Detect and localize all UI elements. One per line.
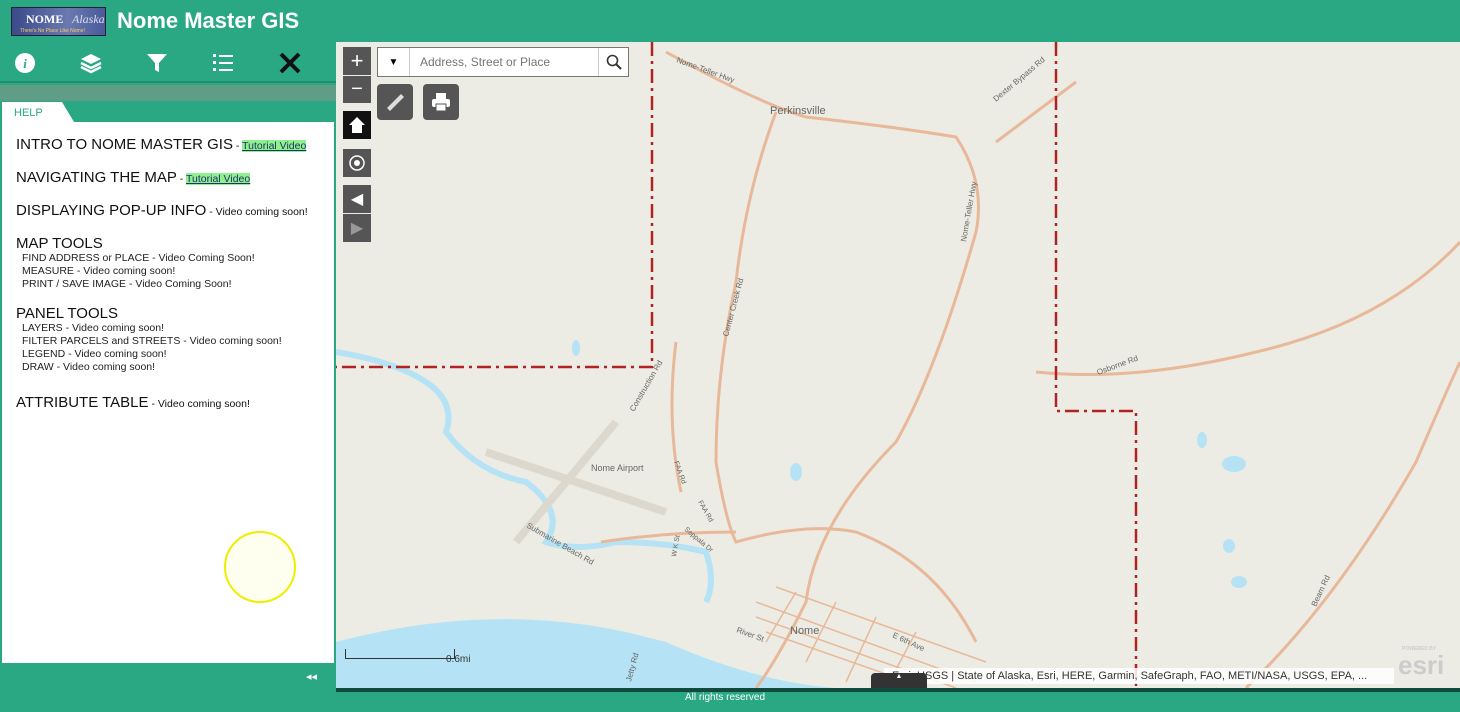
search-icon <box>606 54 622 70</box>
tutorial-video-link[interactable]: Tutorial Video <box>186 173 251 185</box>
draw-icon[interactable] <box>277 50 303 76</box>
airport-runways <box>484 419 668 545</box>
tab-help[interactable]: HELP <box>2 102 74 122</box>
home-button[interactable] <box>343 111 371 139</box>
section-heading: INTRO TO NOME MASTER GIS <box>16 136 233 153</box>
separator: - <box>176 173 187 185</box>
app-header: NOME Alaska There's No Place Like Nome! No… <box>0 0 1460 42</box>
label-nome: Nome <box>790 625 819 637</box>
printer-icon <box>432 93 450 112</box>
footer: All rights reserved <box>336 692 1460 712</box>
filter-icon[interactable] <box>144 50 170 76</box>
panel-toolbar: i <box>0 42 336 83</box>
label-road: Nome-Teller Hwy <box>675 55 735 84</box>
basemap: Perkinsville Nome Airport Nome Nome-Tell… <box>336 42 1460 688</box>
section-heading: ATTRIBUTE TABLE <box>16 394 149 411</box>
help-item: FIND ADDRESS or PLACE - Video Coming Soo… <box>22 252 255 264</box>
locate-icon <box>349 155 365 171</box>
section-note: - Video coming soon! <box>206 206 308 218</box>
collapse-panel-button[interactable]: ◂◂ <box>306 670 317 683</box>
nome-alaska-logo: NOME Alaska There's No Place Like Nome! <box>11 7 106 36</box>
help-section-intro: INTRO TO NOME MASTER GIS - Tutorial Vide… <box>16 136 316 155</box>
logo-tagline: There's No Place Like Nome! <box>20 28 85 34</box>
info-icon[interactable]: i <box>12 50 38 76</box>
attribution: Esri, USGS | State of Alaska, Esri, HERE… <box>884 668 1394 684</box>
esri-wordmark: esri <box>1398 650 1445 680</box>
help-item: LAYERS - Video coming soon! <box>22 322 165 334</box>
measure-button[interactable] <box>377 84 413 120</box>
separator: - <box>232 140 243 152</box>
help-item: LEGEND - Video coming soon! <box>22 348 167 360</box>
section-heading: NAVIGATING THE MAP <box>16 169 177 186</box>
help-section-navigating: NAVIGATING THE MAP - Tutorial Video <box>16 169 316 188</box>
help-content: INTRO TO NOME MASTER GIS - Tutorial Vide… <box>16 136 316 413</box>
logo-script: Alaska <box>72 12 105 26</box>
footer-text: All rights reserved <box>685 692 766 703</box>
legend-icon[interactable] <box>210 50 236 76</box>
section-heading: DISPLAYING POP-UP INFO <box>16 202 207 219</box>
arrow-left-icon: ◀ <box>350 191 364 208</box>
help-item: FILTER PARCELS and STREETS - Video comin… <box>22 335 282 347</box>
help-section-attribute-table: ATTRIBUTE TABLE - Video coming soon! <box>16 394 316 413</box>
print-button[interactable] <box>423 84 459 120</box>
help-section-map-tools: MAP TOOLS <box>16 235 316 252</box>
section-heading: MAP TOOLS <box>16 235 103 252</box>
attribution-toggle[interactable]: ▲ <box>871 673 927 688</box>
home-icon <box>349 117 365 133</box>
help-item: MEASURE - Video coming soon! <box>22 265 176 277</box>
search-button[interactable] <box>598 48 628 76</box>
section-note: - Video coming soon! <box>148 398 250 410</box>
logo-text: NOME <box>26 12 64 26</box>
label-road: River St <box>735 625 766 643</box>
layers-icon[interactable] <box>78 50 104 76</box>
label-perkinsville: Perkinsville <box>770 105 826 117</box>
label-road: Dexter Bypass Rd <box>992 55 1047 103</box>
label-nome-airport: Nome Airport <box>591 463 644 473</box>
label-road: FAA Rd <box>672 460 687 485</box>
esri-logo: POWERED BY esri <box>1398 646 1445 681</box>
roads <box>600 50 1460 688</box>
boundary-lines <box>336 42 1138 688</box>
locate-button[interactable] <box>343 149 371 177</box>
previous-extent-button[interactable]: ◀ <box>343 185 371 213</box>
tutorial-video-link[interactable]: Tutorial Video <box>242 140 307 152</box>
scale-bar <box>345 649 455 659</box>
ruler-icon <box>387 94 404 111</box>
panel-divider <box>0 85 336 101</box>
caret-down-icon: ▼ <box>388 56 399 68</box>
help-item: DRAW - Video coming soon! <box>22 361 156 373</box>
arrow-right-icon: ▶ <box>350 220 364 237</box>
zoom-out-button[interactable]: − <box>343 76 371 103</box>
next-extent-button[interactable]: ▶ <box>343 214 371 242</box>
scale-label: 0.6mi <box>446 654 471 665</box>
label-road: FAA Rd <box>696 500 714 524</box>
zoom-in-button[interactable]: + <box>343 47 371 75</box>
help-section-popup: DISPLAYING POP-UP INFO - Video coming so… <box>16 202 316 221</box>
river <box>336 349 714 604</box>
label-road: Center Creek Rd <box>721 277 745 337</box>
sidebar: i HELP INTRO TO NOME MASTER GIS - Tutori… <box>0 42 336 712</box>
search-input[interactable] <box>410 48 598 76</box>
map-view[interactable]: Perkinsville Nome Airport Nome Nome-Tell… <box>336 42 1460 688</box>
search-widget: ▼ <box>377 47 629 77</box>
app-title: Nome Master GIS <box>117 8 300 33</box>
help-section-panel-tools: PANEL TOOLS <box>16 305 316 322</box>
help-item: PRINT / SAVE IMAGE - Video Coming Soon! <box>22 278 232 290</box>
powered-by: POWERED BY <box>1402 646 1437 652</box>
cursor-highlight <box>224 531 296 603</box>
section-heading: PANEL TOOLS <box>16 305 118 322</box>
svg-text:i: i <box>23 56 27 71</box>
search-source-dropdown[interactable]: ▼ <box>378 48 410 76</box>
